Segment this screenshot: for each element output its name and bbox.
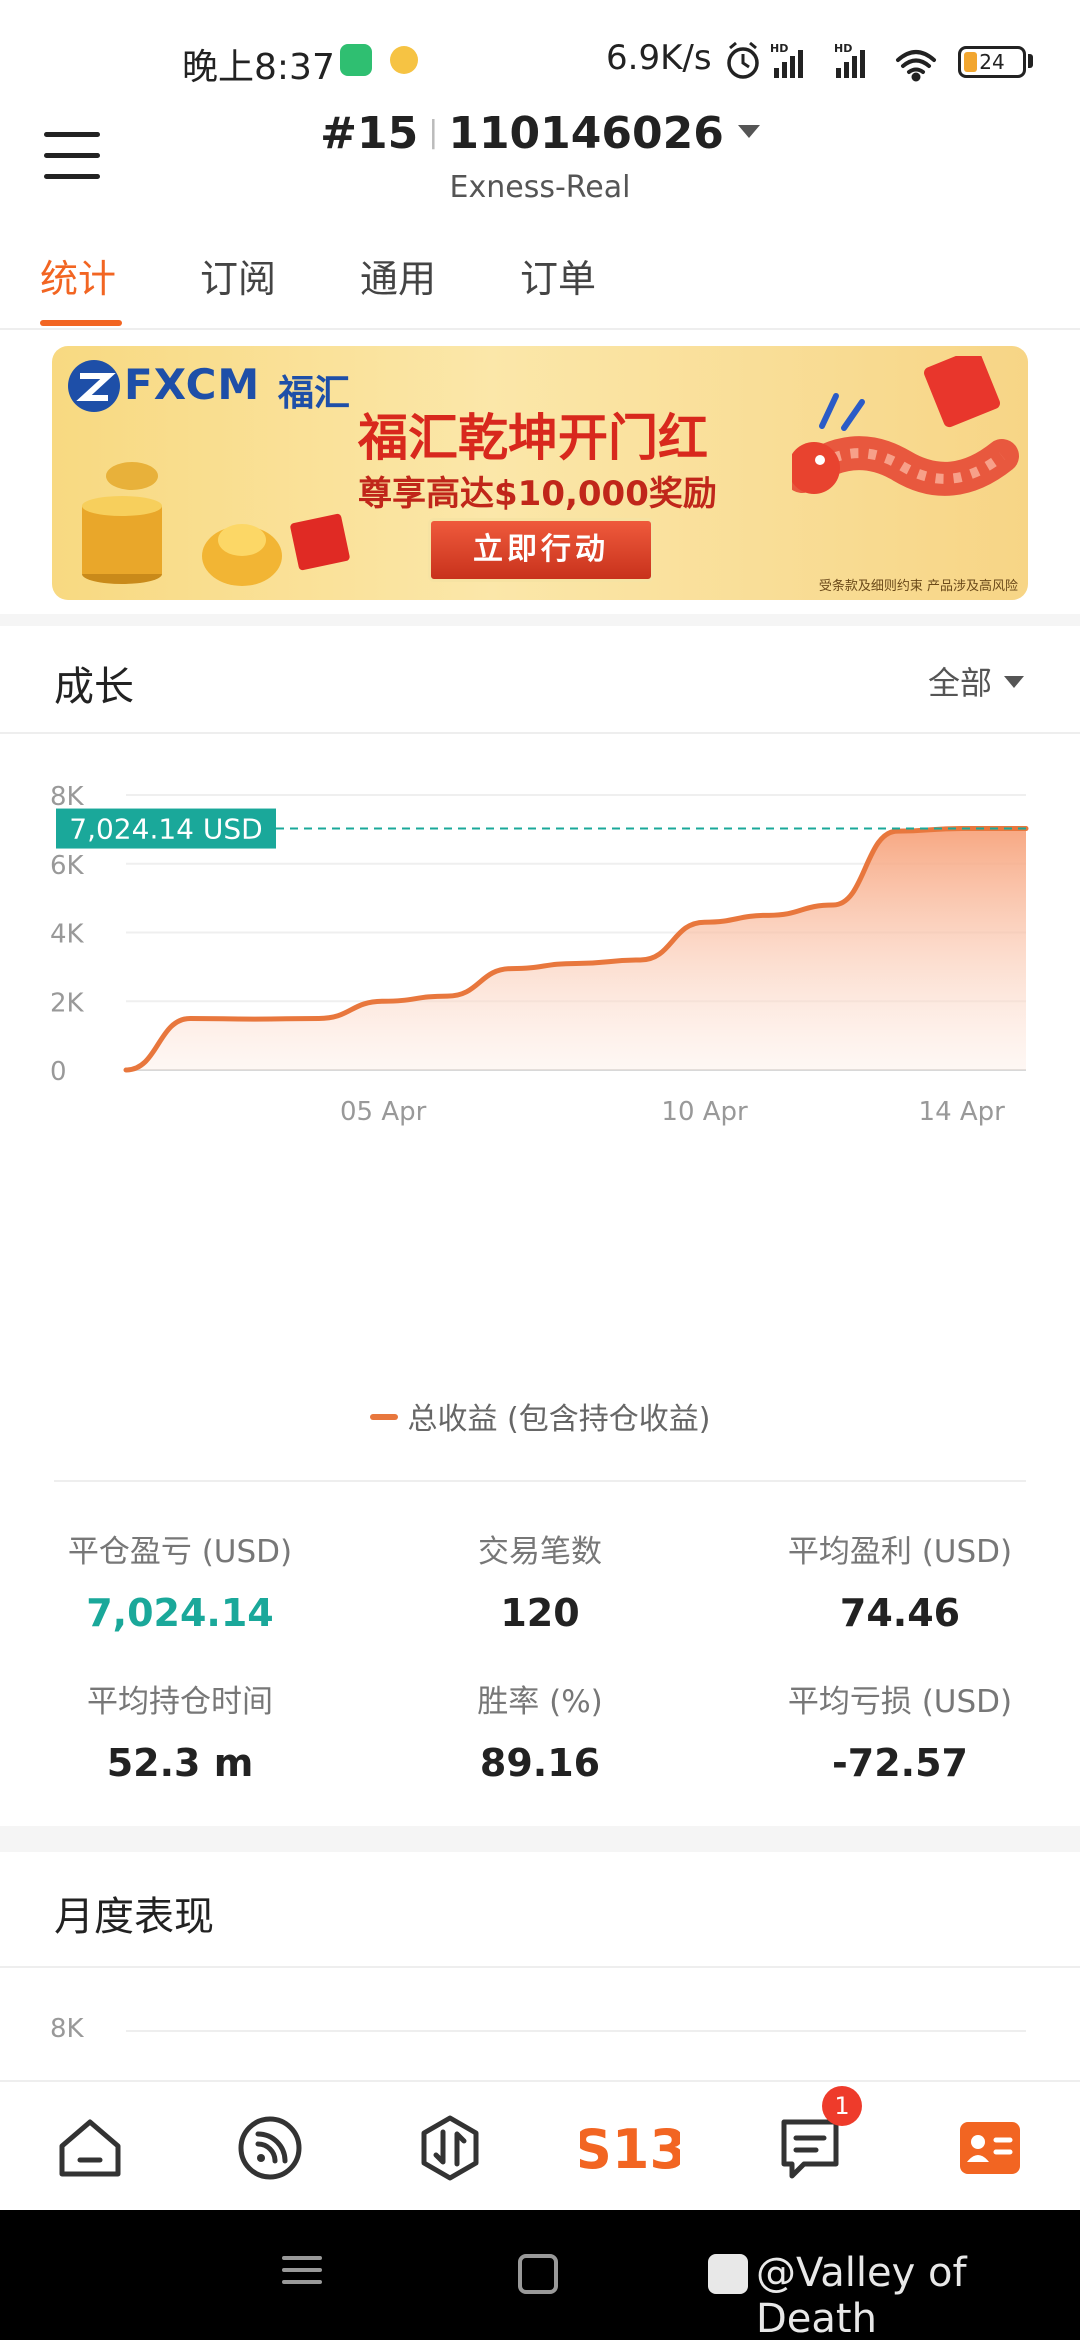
status-time: 晚上8:37 <box>182 47 335 88</box>
chart-legend: 总收益 (包含持仓收益) <box>0 1394 1080 1438</box>
y-tick-label: 8K <box>50 782 85 812</box>
stat-label: 平仓盈亏 (USD) <box>67 1534 293 1570</box>
series-area <box>126 828 1026 1070</box>
battery-tip <box>1028 54 1033 68</box>
stat-label: 平均持仓时间 <box>87 1684 273 1720</box>
caret-down-icon <box>1004 676 1024 688</box>
stat-value: 120 <box>500 1591 580 1635</box>
stat-win-rate: 胜率 (%) 89.16 <box>390 1676 690 1785</box>
growth-range-label: 全部 <box>927 664 992 702</box>
app-notification-icon <box>340 44 372 76</box>
growth-section-header: 成长 全部 <box>0 626 1080 734</box>
stat-label: 平均盈利 (USD) <box>787 1534 1013 1570</box>
facebook-icon <box>708 2254 748 2294</box>
y-tick-label: 6K <box>50 851 85 881</box>
tab-subscriptions[interactable]: 订阅 <box>200 248 276 303</box>
section-divider <box>0 614 1080 626</box>
monthly-y-tick: 8K <box>50 2014 84 2044</box>
monthly-gridline <box>126 2030 1026 2032</box>
account-index: #15 <box>320 108 419 159</box>
stat-value: 89.16 <box>479 1741 601 1785</box>
tab-bar: 统计 订阅 通用 订单 <box>0 236 1080 330</box>
x-tick-label: 10 Apr <box>661 1097 748 1127</box>
y-tick-label: 2K <box>50 988 85 1018</box>
signal-icon-1: HD <box>770 42 803 78</box>
stat-value: 7,024.14 <box>86 1591 274 1635</box>
fxcm-logo-icon <box>68 360 120 412</box>
watermark-text: @Valley of Death <box>756 2250 967 2340</box>
reference-label: 7,024.14 USD <box>69 813 262 846</box>
tab-orders[interactable]: 订单 <box>520 248 596 303</box>
s13-logo-text: S13 <box>580 2118 680 2181</box>
network-speed: 6.9K/s <box>606 38 712 78</box>
battery-icon: 24 <box>958 46 1026 78</box>
growth-title: 成长 <box>54 664 134 710</box>
caret-down-icon <box>737 125 760 138</box>
stat-trade-count: 交易笔数 120 <box>390 1526 690 1635</box>
monthly-section-header: 月度表现 <box>0 1852 1080 1968</box>
tab-stats[interactable]: 统计 <box>40 248 116 303</box>
stat-closed-pnl: 平仓盈亏 (USD) 7,024.14 <box>30 1526 330 1635</box>
alarm-icon <box>727 41 759 79</box>
profile-card-icon[interactable] <box>954 2112 1026 2184</box>
y-tick-label: 4K <box>50 920 85 950</box>
stat-avg-loss: 平均亏损 (USD) -72.57 <box>750 1676 1050 1785</box>
dragon-illustration-icon <box>792 356 1019 496</box>
promo-banner[interactable]: FXCM 福汇 福汇乾坤开门红 尊享高达$10,000奖励 立即行动 受条款及细… <box>52 346 1028 600</box>
growth-range-filter[interactable]: 全部 <box>928 658 1024 704</box>
stat-value: -72.57 <box>832 1741 968 1785</box>
banner-cta-button[interactable]: 立即行动 <box>428 518 654 582</box>
trade-icon[interactable] <box>414 2112 486 2184</box>
tab-active-indicator <box>40 320 122 326</box>
stat-avg-profit: 平均盈利 (USD) 74.46 <box>750 1526 1050 1635</box>
status-icons: HD HD <box>726 40 950 84</box>
banner-brand-cn: 福汇 <box>278 373 351 414</box>
legend-swatch <box>369 1414 398 1420</box>
banner-title: 福汇乾坤开门红 <box>358 409 708 467</box>
feed-icon[interactable] <box>234 2112 306 2184</box>
legend-label: 总收益 (包含持仓收益) <box>407 1402 711 1437</box>
svg-text:HD: HD <box>834 42 852 55</box>
account-selector[interactable]: #15 | 110146026 <box>0 108 1080 159</box>
signal-icon-2: HD <box>834 42 865 78</box>
stat-label: 平均亏损 (USD) <box>787 1684 1013 1720</box>
x-tick-label: 05 Apr <box>340 1097 427 1127</box>
stats-divider <box>54 1480 1026 1482</box>
system-navigation-bar: @Valley of Death <box>0 2210 1080 2340</box>
recents-icon[interactable] <box>282 2250 322 2290</box>
account-number: 110146026 <box>448 108 724 159</box>
stat-value: 74.46 <box>839 1591 961 1635</box>
app-notification-icon-2 <box>390 46 418 74</box>
tab-general[interactable]: 通用 <box>360 248 436 303</box>
monthly-title: 月度表现 <box>54 1894 214 1940</box>
home-square-icon[interactable] <box>518 2254 558 2294</box>
messages-badge: 1 <box>822 2086 862 2126</box>
stat-value: 52.3 m <box>106 1741 254 1785</box>
battery-percent: 24 <box>979 50 1005 74</box>
svg-text:HD: HD <box>770 42 788 55</box>
account-server: Exness-Real <box>449 170 631 205</box>
s13-logo-icon[interactable]: S13 <box>580 2112 680 2184</box>
banner-disclaimer: 受条款及细则约束 产品涉及高风险 <box>818 579 1018 594</box>
bottom-navigation: S13 <box>0 2080 1080 2210</box>
section-divider <box>0 1826 1080 1852</box>
growth-chart: 7,024.14 USD 0 2K 4K 6K 8K 05 Apr 10 Apr 14 Apr <box>50 782 1029 1127</box>
stat-avg-hold-time: 平均持仓时间 52.3 m <box>30 1676 330 1785</box>
home-icon[interactable] <box>54 2112 126 2184</box>
status-bar: 晚上8:37 6.9K/s HD HD 24 <box>0 0 1080 120</box>
banner-brand: FXCM <box>124 360 261 409</box>
wifi-icon <box>896 50 936 82</box>
gold-coins-icon <box>82 462 350 586</box>
stat-label: 交易笔数 <box>478 1534 602 1570</box>
banner-subtitle: 尊享高达$10,000奖励 <box>358 474 717 514</box>
y-tick-label: 0 <box>50 1057 67 1087</box>
x-tick-label: 14 Apr <box>919 1097 1006 1127</box>
stat-label: 胜率 (%) <box>477 1684 603 1720</box>
